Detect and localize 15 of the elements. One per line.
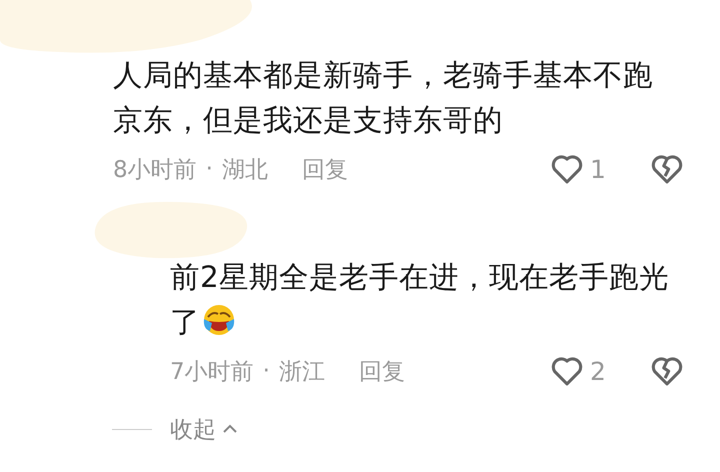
caret-icon: [222, 424, 238, 434]
separator-dot: ·: [206, 156, 213, 182]
comment-time: 7小时前: [170, 358, 254, 386]
like-count: 1: [590, 154, 607, 184]
separator-dot: ·: [262, 358, 270, 384]
reply-link[interactable]: 回复: [302, 154, 348, 184]
collapse-button[interactable]: 收起: [170, 414, 238, 444]
comment-time: 8小时前: [113, 156, 197, 184]
like-count: 2: [590, 356, 607, 386]
comment-text: 前2星期全是老手在进，现在老手跑光了: [170, 259, 670, 341]
comment-location: 浙江: [278, 358, 325, 386]
comment-text: 人局的基本都是新骑手，老骑手基本不跑京东，但是我还是支持东哥的: [113, 57, 654, 139]
laughing-emoji-icon: [202, 303, 236, 337]
comment-location: 湖北: [222, 156, 268, 184]
reply-link[interactable]: 回复: [358, 356, 405, 386]
